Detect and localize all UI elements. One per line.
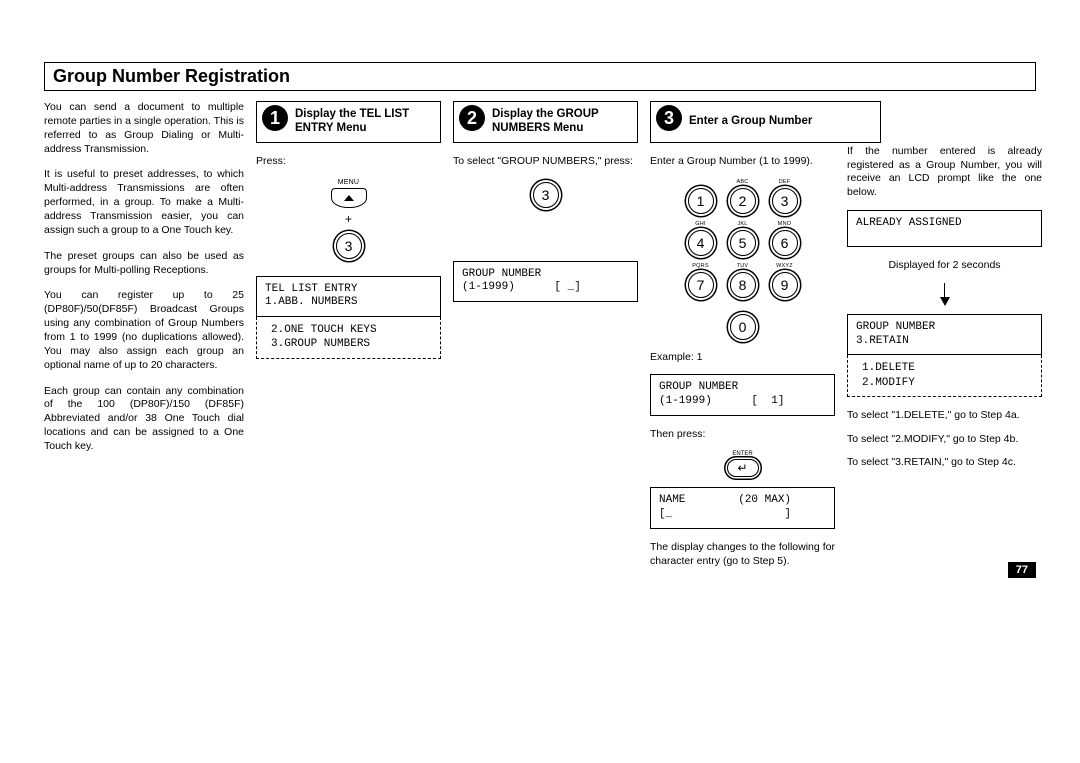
step-number-2: 2 <box>459 105 485 131</box>
step-3-header: 3 Enter a Group Number <box>650 101 881 143</box>
step-1-header: 1 Display the TEL LIST ENTRY Menu <box>256 101 441 143</box>
step-3-column: 3 Enter a Group Number Enter a Group Num… <box>650 101 835 578</box>
step-1-lcd: TEL LIST ENTRY 1.ABB. NUMBERS 2.ONE TOUC… <box>256 276 441 359</box>
step-3-after: The display changes to the following for… <box>650 541 835 568</box>
step-2-instr: To select "GROUP NUMBERS," press: <box>453 155 638 169</box>
digit-9-key-icon: 9 <box>772 272 798 298</box>
step-2-column: 2 Display the GROUP NUMBERS Menu To sele… <box>453 101 638 314</box>
then-press: Then press: <box>650 428 835 442</box>
example-label: Example: 1 <box>650 351 835 365</box>
lcd-retain-box: GROUP NUMBER 3.RETAIN <box>847 314 1042 356</box>
displayed-for: Displayed for 2 seconds <box>847 259 1042 273</box>
digit-7-key-icon: 7 <box>688 272 714 298</box>
page-number: 77 <box>1008 562 1036 578</box>
step-2-lcd: GROUP NUMBER (1-1999) [ _] <box>453 261 638 303</box>
step-2-header: 2 Display the GROUP NUMBERS Menu <box>453 101 638 143</box>
step-1-press: Press: <box>256 155 441 169</box>
digit-8-key-icon: 8 <box>730 272 756 298</box>
step-2-keys: 3 <box>453 179 638 211</box>
lcd-group-number-entered: GROUP NUMBER (1-1999) [ 1] <box>650 374 835 416</box>
intro-column: You can send a document to multiple remo… <box>44 101 244 466</box>
step-3-title: Enter a Group Number <box>689 115 812 129</box>
lcd-name-entry: NAME (20 MAX) [_ ] <box>650 487 835 529</box>
step-3-lcd-2: NAME (20 MAX) [_ ] <box>650 487 835 529</box>
section-title: Group Number Registration <box>53 66 1027 87</box>
arrow-down-icon <box>847 283 1042 306</box>
step-3-instr: Enter a Group Number (1 to 1999). <box>650 155 835 169</box>
lcd-tel-list-extra: 2.ONE TOUCH KEYS 3.GROUP NUMBERS <box>256 317 441 359</box>
lcd-retain: GROUP NUMBER 3.RETAIN 1.DELETE 2.MODIFY <box>847 314 1042 397</box>
enter-key-icon: ↵ <box>727 459 759 477</box>
lcd-already-assigned-box: ALREADY ASSIGNED <box>847 210 1042 248</box>
col4-p1: If the number entered is already registe… <box>847 145 1042 200</box>
step-2-title: Display the GROUP NUMBERS Menu <box>492 108 631 136</box>
lcd-tel-list: TEL LIST ENTRY 1.ABB. NUMBERS <box>256 276 441 318</box>
intro-p2: It is useful to preset addresses, to whi… <box>44 168 244 237</box>
step-1-title: Display the TEL LIST ENTRY Menu <box>295 108 434 136</box>
content-columns: You can send a document to multiple remo… <box>44 101 1036 578</box>
intro-p5: Each group can contain any combination o… <box>44 385 244 454</box>
digit-1-key-icon: 1 <box>688 188 714 214</box>
step-1-keys: MENU + 3 <box>256 179 441 262</box>
intro-p3: The preset groups can also be used as gr… <box>44 250 244 278</box>
digit-4-key-icon: 4 <box>688 230 714 256</box>
intro-p4: You can register up to 25 (DP80F)/50(DF8… <box>44 289 244 372</box>
col4-sel1: To select "1.DELETE," go to Step 4a. <box>847 409 1042 423</box>
digit-2-key-icon: 2 <box>730 188 756 214</box>
digit-0-key-icon: 0 <box>730 314 756 340</box>
digit-5-key-icon: 5 <box>730 230 756 256</box>
col4-sel2: To select "2.MODIFY," go to Step 4b. <box>847 433 1042 447</box>
menu-up-key-icon <box>331 188 367 208</box>
section-title-bar: Group Number Registration <box>44 62 1036 91</box>
step-1-column: 1 Display the TEL LIST ENTRY Menu Press:… <box>256 101 441 371</box>
digit-3-key-icon: 3 <box>772 188 798 214</box>
lcd-group-number: GROUP NUMBER (1-1999) [ _] <box>453 261 638 303</box>
manual-page: Group Number Registration You can send a… <box>0 0 1080 598</box>
digit-3-key-icon: 3 <box>533 182 559 208</box>
digit-3-key-icon: 3 <box>336 233 362 259</box>
numeric-keypad-icon: 1 ABC2 DEF3 GHI4 JKL5 MNO6 PQRS7 TUV8 WX… <box>650 179 835 343</box>
enter-label: ENTER <box>650 451 835 457</box>
lcd-already-assigned: ALREADY ASSIGNED <box>847 210 1042 248</box>
col4-sel3: To select "3.RETAIN," go to Step 4c. <box>847 456 1042 470</box>
step-3-lcd-1: GROUP NUMBER (1-1999) [ 1] <box>650 374 835 416</box>
lcd-retain-extra: 1.DELETE 2.MODIFY <box>847 355 1042 397</box>
digit-6-key-icon: 6 <box>772 230 798 256</box>
intro-p1: You can send a document to multiple remo… <box>44 101 244 156</box>
step-number-1: 1 <box>262 105 288 131</box>
plus-label: + <box>345 212 352 226</box>
menu-label: MENU <box>338 179 359 186</box>
col-4: If the number entered is already registe… <box>847 101 1042 480</box>
step-number-3: 3 <box>656 105 682 131</box>
